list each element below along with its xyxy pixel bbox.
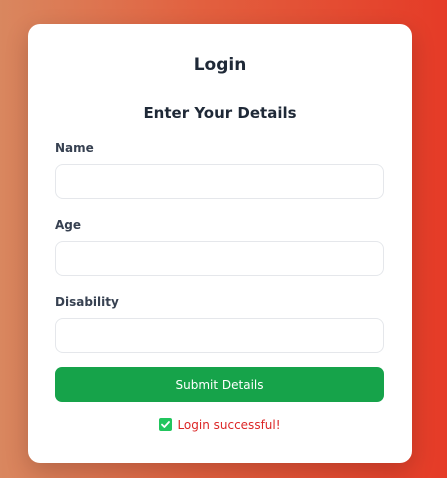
page-title: Login <box>193 55 247 75</box>
disability-field[interactable] <box>55 318 384 353</box>
status-text: Login successful! <box>177 418 281 432</box>
status-message: Login successful! <box>28 418 412 432</box>
submit-details-button[interactable]: Submit Details <box>55 367 384 402</box>
form-subtitle: Enter Your Details <box>143 104 297 122</box>
login-card: Login Enter Your Details Name Age Disabi… <box>28 24 412 463</box>
age-label: Age <box>55 218 82 232</box>
name-label: Name <box>55 141 94 155</box>
name-field[interactable] <box>55 164 384 199</box>
disability-label: Disability <box>55 295 119 309</box>
check-icon <box>159 418 173 431</box>
age-field[interactable] <box>55 241 384 276</box>
